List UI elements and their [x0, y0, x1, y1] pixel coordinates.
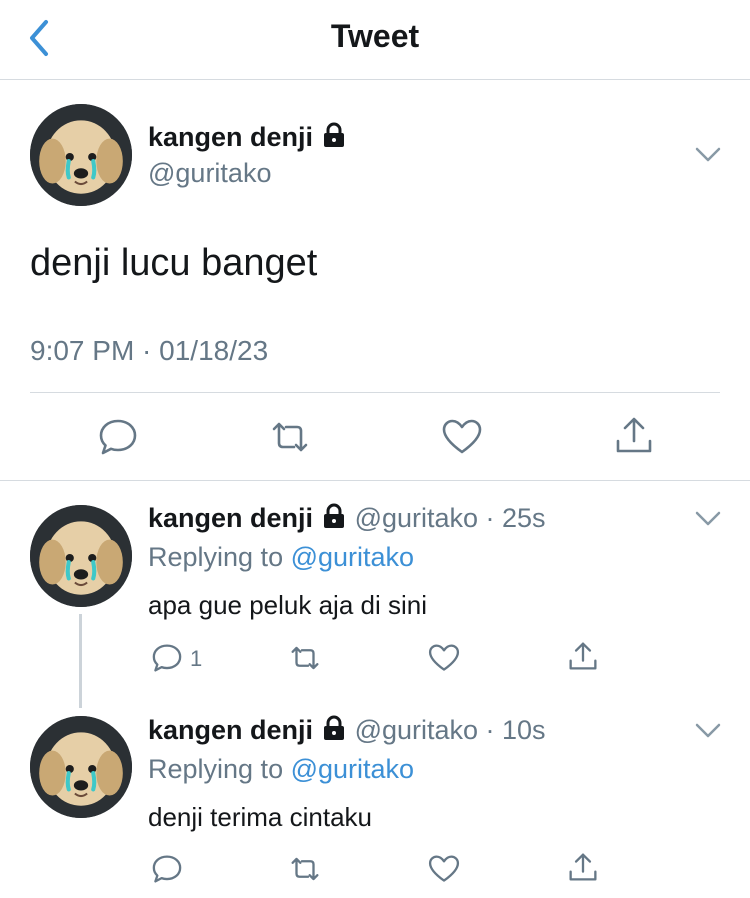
avatar[interactable] — [30, 505, 132, 607]
divider — [30, 392, 720, 393]
retweet-icon — [291, 857, 319, 881]
like-button[interactable] — [427, 641, 461, 675]
avatar[interactable] — [30, 104, 132, 206]
lock-icon — [324, 122, 345, 147]
heart-icon — [428, 855, 460, 882]
reply-text: apa gue peluk aja di sini — [148, 590, 427, 620]
comment-icon — [99, 419, 137, 455]
retweet-icon — [272, 422, 308, 452]
reply-count: 1 — [190, 646, 203, 671]
author-handle-time: @guritako · 10s — [354, 715, 546, 745]
divider — [0, 480, 750, 481]
reply-button[interactable] — [150, 852, 184, 886]
replying-to: Replying to @guritako — [148, 754, 415, 784]
share-icon — [569, 642, 597, 670]
chevron-down-icon[interactable] — [694, 510, 722, 528]
share-button[interactable] — [612, 413, 656, 457]
like-button[interactable] — [440, 415, 484, 459]
share-icon — [569, 853, 597, 881]
author-name[interactable]: kangen denji — [148, 122, 347, 153]
comment-icon — [152, 644, 182, 672]
reply-button[interactable] — [96, 415, 140, 459]
heart-icon — [428, 644, 460, 671]
author-handle[interactable]: @guritako — [148, 158, 271, 189]
lock-icon — [324, 503, 345, 528]
thread-connector — [79, 614, 82, 708]
share-button[interactable] — [566, 639, 600, 673]
reply-header[interactable]: kangen denji @guritako · 10s — [148, 715, 546, 746]
reply-text: denji terima cintaku — [148, 802, 372, 832]
replying-to: Replying to @guritako — [148, 542, 415, 572]
tweet-timestamp: 9:07 PM · 01/18/23 — [30, 335, 269, 366]
reply-header[interactable]: kangen denji @guritako · 25s — [148, 503, 546, 534]
navigation-bar: Tweet — [0, 0, 750, 80]
mention-link[interactable]: @guritako — [291, 754, 414, 784]
dog-avatar-icon — [30, 505, 132, 607]
dog-avatar-icon — [30, 104, 132, 206]
avatar[interactable] — [30, 716, 132, 818]
page-title: Tweet — [330, 18, 420, 54]
retweet-button[interactable] — [288, 641, 322, 675]
retweet-button[interactable] — [268, 415, 312, 459]
share-icon — [616, 417, 652, 453]
author-name[interactable]: kangen denji — [148, 503, 313, 533]
dog-avatar-icon — [30, 716, 132, 818]
reply-button[interactable] — [150, 641, 184, 675]
share-button[interactable] — [566, 850, 600, 884]
author-handle-time: @guritako · 25s — [354, 503, 546, 533]
tweet-text: denji lucu banget — [30, 242, 318, 284]
lock-icon — [324, 715, 345, 740]
comment-icon — [152, 855, 182, 883]
heart-icon — [442, 419, 482, 454]
author-name[interactable]: kangen denji — [148, 715, 313, 745]
retweet-button[interactable] — [288, 852, 322, 886]
like-button[interactable] — [427, 852, 461, 886]
chevron-down-icon[interactable] — [694, 146, 722, 164]
retweet-icon — [291, 646, 319, 670]
chevron-down-icon[interactable] — [694, 722, 722, 740]
mention-link[interactable]: @guritako — [291, 542, 414, 572]
